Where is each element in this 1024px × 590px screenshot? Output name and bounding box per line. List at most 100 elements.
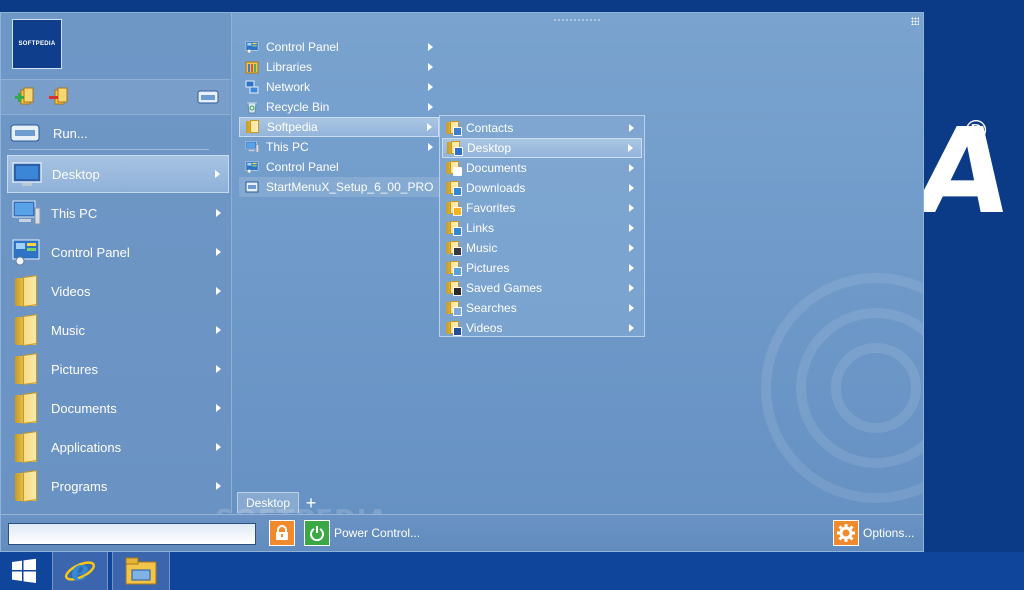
place-item-libraries[interactable]: Libraries [239,57,439,77]
left-item-applications[interactable]: Applications [7,428,229,466]
submenu-item-music[interactable]: Music [442,238,642,258]
submenu-item-label: Documents [466,161,527,175]
pictures-folder-icon [446,261,462,276]
folder-icon [246,120,260,134]
folder-icon [11,354,41,384]
left-item-desktop[interactable]: Desktop [7,155,229,193]
submenu-item-contacts[interactable]: Contacts [442,118,642,138]
lock-button[interactable] [269,520,295,546]
chevron-right-icon [629,264,634,272]
power-control-label[interactable]: Power Control... [334,526,420,540]
resize-grip-corner[interactable] [911,17,919,25]
place-item-label: This PC [266,140,309,154]
left-item-label: Programs [51,478,108,494]
avatar-text: SOFTPEDIA [18,41,56,47]
submenu-item-saved-games[interactable]: Saved Games [442,278,642,298]
chevron-right-icon [428,103,433,111]
left-item-pictures[interactable]: Pictures [7,350,229,388]
folder-icon [11,393,41,423]
submenu-item-label: Music [466,241,498,255]
add-item-icon [15,87,34,105]
chevron-right-icon [428,63,433,71]
submenu-item-favorites[interactable]: Favorites [442,198,642,218]
start-menu: SOFTPEDIA Run... Desktop This PC Control… [0,12,924,552]
taskbar: e [0,552,1024,590]
search-input[interactable] [8,523,256,545]
place-item-label: Control Panel [266,160,339,174]
internet-explorer-button[interactable]: e [52,552,108,590]
chevron-right-icon [216,209,221,217]
left-item-label: Documents [51,400,117,416]
run-button[interactable]: Run... [9,117,209,150]
resize-grip-top[interactable] [553,19,601,21]
chevron-right-icon [215,170,220,178]
left-item-label: Control Panel [51,244,130,260]
options-button[interactable] [833,520,859,546]
submenu-item-downloads[interactable]: Downloads [442,178,642,198]
left-item-music[interactable]: Music [7,311,229,349]
windows-start-button[interactable] [0,552,48,590]
recycle-bin-icon [245,100,259,114]
power-button[interactable] [304,520,330,546]
file-explorer-button[interactable] [112,552,170,590]
chevron-right-icon [629,124,634,132]
folder-icon [11,276,41,306]
documents-folder-icon [446,161,462,176]
place-item-softpedia[interactable]: Softpedia [239,117,439,137]
place-item-recycle-bin[interactable]: Recycle Bin [239,97,439,117]
submenu-item-label: Pictures [466,261,510,275]
user-avatar[interactable]: SOFTPEDIA [12,19,62,69]
submenu-item-documents[interactable]: Documents [442,158,642,178]
left-item-videos[interactable]: Videos [7,272,229,310]
folder-icon [11,432,41,462]
chevron-right-icon [216,248,221,256]
folder-icon [11,471,41,501]
searches-folder-icon [446,301,462,316]
submenu-item-label: Contacts [466,121,514,135]
place-item-control-panel[interactable]: Control Panel [239,37,439,57]
computer-icon [11,198,41,228]
options-label[interactable]: Options... [863,526,914,540]
place-item-this-pc[interactable]: This PC [239,137,439,157]
links-folder-icon [446,221,462,236]
submenu-item-links[interactable]: Links [442,218,642,238]
network-icon [245,80,259,94]
bottom-bar: Power Control... Options... [1,514,923,551]
installer-icon [245,180,259,194]
chevron-right-icon [628,144,633,152]
chevron-right-icon [629,324,634,332]
place-item-startmenux-setup-6-00-pro[interactable]: StartMenuX_Setup_6_00_PRO [239,177,439,197]
chevron-right-icon [216,365,221,373]
chevron-right-icon [629,284,634,292]
submenu-item-pictures[interactable]: Pictures [442,258,642,278]
place-item-control-panel[interactable]: Control Panel [239,157,439,177]
chevron-right-icon [427,123,432,131]
decor-ring [831,343,921,433]
lock-icon [276,525,288,540]
submenu-item-label: Favorites [466,201,516,215]
submenu-item-desktop[interactable]: Desktop [442,138,642,158]
svg-text:e: e [71,554,89,587]
submenu-item-videos[interactable]: Videos [442,318,642,338]
chevron-right-icon [216,287,221,295]
left-item-control-panel[interactable]: Control Panel [7,233,229,271]
add-item-button[interactable] [13,86,35,108]
place-item-label: Softpedia [267,120,318,134]
left-item-label: Videos [51,283,91,299]
place-item-label: Libraries [266,60,313,74]
submenu-item-searches[interactable]: Searches [442,298,642,318]
music-folder-icon [446,241,462,256]
left-item-documents[interactable]: Documents [7,389,229,427]
saved-games-folder-icon [446,281,462,296]
place-item-label: Network [266,80,311,94]
control-panel-icon [245,40,259,54]
left-item-programs[interactable]: Programs [7,467,229,505]
left-item-label: Desktop [52,166,100,182]
window-icon [197,90,219,104]
place-item-network[interactable]: Network [239,77,439,97]
left-item-label: This PC [51,205,98,221]
window-mode-button[interactable] [197,86,219,108]
left-item-this-pc[interactable]: This PC [7,194,229,232]
remove-item-button[interactable] [47,86,69,108]
chevron-right-icon [629,184,634,192]
